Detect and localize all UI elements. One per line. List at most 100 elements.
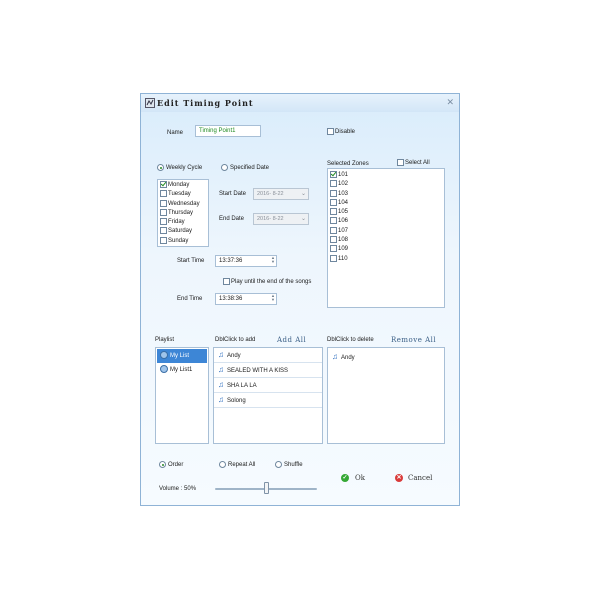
select-all-checkbox[interactable]: Select All [397, 159, 430, 166]
start-date-picker[interactable]: 2016- 8-22 ⌄ [253, 188, 309, 200]
weekday-item[interactable]: Sunday [158, 236, 208, 246]
end-date-picker[interactable]: 2016- 8-22 ⌄ [253, 213, 309, 225]
disable-checkbox-box[interactable] [327, 128, 334, 135]
zone-label: 108 [338, 237, 349, 244]
name-input[interactable]: Timing Point1 [195, 125, 261, 137]
zone-item[interactable]: 102 [328, 180, 444, 189]
weekday-checkbox[interactable] [160, 190, 167, 198]
weekday-label: Wednesday [168, 200, 200, 207]
zone-checkbox[interactable] [330, 171, 337, 178]
remove-all-button[interactable]: Remove All [391, 336, 436, 344]
available-song-item[interactable]: ♫ SHA LA LA [214, 378, 322, 393]
title-bar[interactable]: Edit Timing Point ✕ [141, 94, 459, 112]
weekday-item[interactable]: Saturday [158, 227, 208, 236]
disable-checkbox[interactable]: Disable [327, 128, 355, 135]
end-date-value: 2016- 8-22 [257, 216, 284, 222]
start-date-value: 2016- 8-22 [257, 191, 284, 197]
weekday-checkbox[interactable] [160, 199, 167, 207]
available-song-item[interactable]: ♫ SEALED WITH A KISS [214, 363, 322, 378]
weekly-cycle-radio[interactable]: Weekly Cycle [157, 164, 202, 171]
start-time-label: Start Time [177, 258, 205, 264]
shuffle-radio-dot[interactable] [275, 461, 282, 468]
zone-item[interactable]: 104 [328, 198, 444, 208]
music-note-icon: ♫ [218, 365, 224, 374]
weekday-item[interactable]: Tuesday [158, 190, 208, 199]
chevron-down-icon[interactable]: ⌄ [301, 215, 306, 222]
weekday-item[interactable]: Friday [158, 218, 208, 227]
zone-label: 109 [338, 246, 349, 253]
specified-date-radio[interactable]: Specified Date [221, 164, 269, 171]
available-song-item[interactable]: ♫ Solong [214, 393, 322, 408]
weekday-item[interactable]: Monday [158, 181, 208, 190]
weekday-item[interactable]: Wednesday [158, 199, 208, 209]
selected-songs-list: ♫ Andy [327, 347, 445, 444]
zone-item[interactable]: 108 [328, 236, 444, 245]
available-song-item[interactable]: ♫ Andy [214, 348, 322, 363]
zone-item[interactable]: 105 [328, 208, 444, 217]
song-title: Andy [341, 355, 355, 361]
zone-label: 106 [338, 218, 349, 225]
order-label: Order [168, 462, 184, 469]
music-note-icon: ♫ [218, 395, 224, 404]
end-date-label: End Date [219, 216, 245, 222]
play-until-end-checkbox-box[interactable] [223, 278, 230, 285]
start-time-input[interactable]: 13:37:36 ▲ ▼ [215, 255, 277, 267]
zone-checkbox[interactable] [330, 208, 337, 216]
close-icon[interactable]: ✕ [446, 97, 454, 108]
song-title: Solong [227, 398, 246, 404]
start-time-value: 13:37:36 [219, 258, 243, 264]
zone-checkbox[interactable] [330, 226, 337, 234]
dblclick-add-label: DblClick to add [215, 337, 256, 343]
play-until-end-checkbox[interactable]: Play until the end of the songs [223, 278, 311, 285]
zone-checkbox[interactable] [330, 245, 337, 253]
zone-item[interactable]: 109 [328, 245, 444, 254]
zone-checkbox[interactable] [330, 217, 337, 225]
checkmark-icon: ✓ [341, 474, 349, 483]
weekday-checkbox[interactable] [160, 218, 167, 226]
shuffle-label: Shuffle [284, 462, 303, 469]
end-time-input[interactable]: 13:38:36 ▲ ▼ [215, 293, 277, 305]
cancel-button[interactable]: ✕ Cancel [395, 474, 432, 483]
name-label: Name [167, 130, 184, 136]
weekday-checkbox[interactable] [160, 208, 167, 216]
repeat-all-radio[interactable]: Repeat All [219, 461, 255, 468]
order-radio[interactable]: Order [159, 461, 183, 468]
repeat-all-radio-dot[interactable] [219, 461, 226, 468]
zone-checkbox[interactable] [330, 254, 337, 262]
dblclick-delete-label: DblClick to delete [327, 337, 374, 343]
playlist-item-label: My List [170, 353, 190, 359]
specified-date-radio-dot[interactable] [221, 164, 228, 171]
weekday-checkbox[interactable] [160, 181, 167, 188]
add-all-button[interactable]: Add All [277, 336, 306, 344]
playlist-label: Playlist [155, 337, 175, 343]
weekday-checkbox[interactable] [160, 236, 167, 244]
zone-checkbox[interactable] [330, 189, 337, 197]
chevron-down-icon[interactable]: ⌄ [301, 190, 306, 197]
weekday-item[interactable]: Thursday [158, 208, 208, 218]
order-radio-dot[interactable] [159, 461, 166, 468]
weekly-cycle-radio-dot[interactable] [157, 164, 164, 171]
zone-item[interactable]: 101 [328, 171, 444, 180]
ok-button[interactable]: ✓ Ok [341, 474, 365, 483]
zone-checkbox[interactable] [330, 180, 337, 188]
zone-item[interactable]: 107 [328, 226, 444, 236]
zone-checkbox[interactable] [330, 198, 337, 206]
shuffle-radio[interactable]: Shuffle [275, 461, 303, 468]
zone-item[interactable]: 103 [328, 189, 444, 199]
selected-song-item[interactable]: ♫ Andy [328, 350, 444, 365]
spin-arrows-icon[interactable]: ▲ ▼ [271, 256, 275, 264]
zone-item[interactable]: 110 [328, 254, 444, 264]
cancel-x-icon: ✕ [395, 474, 403, 483]
weekday-checkbox[interactable] [160, 227, 167, 235]
spin-arrows-icon[interactable]: ▲ ▼ [271, 294, 275, 302]
volume-thumb[interactable] [263, 482, 269, 494]
select-all-checkbox-box[interactable] [397, 159, 404, 166]
volume-slider[interactable] [215, 482, 317, 496]
zone-item[interactable]: 106 [328, 217, 444, 226]
playlist-item[interactable]: My List [157, 349, 207, 363]
playlist-item[interactable]: My List1 [157, 363, 207, 377]
zone-checkbox[interactable] [330, 236, 337, 244]
ok-label: Ok [355, 474, 365, 482]
select-all-label: Select All [405, 160, 430, 167]
song-title: SHA LA LA [227, 383, 257, 389]
